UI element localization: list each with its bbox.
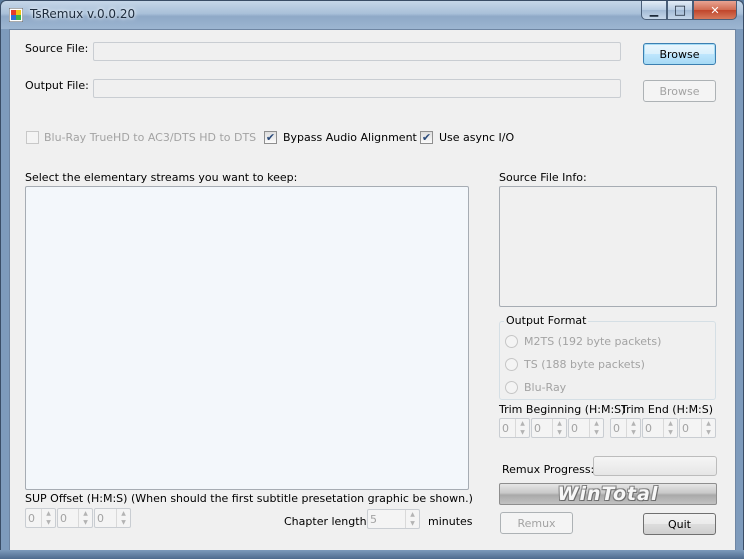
spin-up-icon[interactable]: ▲ bbox=[42, 509, 55, 518]
source-file-label: Source File: bbox=[25, 42, 89, 55]
sup-offset-minutes[interactable]: 0 ▲ ▼ bbox=[57, 508, 93, 528]
wintotal-banner: WinTotal bbox=[499, 483, 717, 505]
maximize-icon: □ bbox=[673, 2, 687, 18]
bypass-audio-label: Bypass Audio Alignment bbox=[283, 131, 417, 144]
spin-up-icon[interactable]: ▲ bbox=[590, 419, 603, 428]
spin-down-icon[interactable]: ▼ bbox=[664, 428, 677, 437]
spin-up-icon[interactable]: ▲ bbox=[117, 509, 130, 518]
bluray-truehd-checkbox[interactable] bbox=[26, 131, 39, 144]
source-browse-button[interactable]: Browse bbox=[643, 43, 716, 65]
close-icon: ✕ bbox=[710, 3, 720, 17]
spin-down-icon[interactable]: ▼ bbox=[79, 518, 92, 527]
bypass-audio-checkbox[interactable]: ✔ bbox=[264, 131, 277, 144]
check-icon: ✔ bbox=[265, 131, 276, 144]
async-io-label: Use async I/O bbox=[439, 131, 515, 144]
close-button[interactable]: ✕ bbox=[693, 1, 737, 20]
spin-down-icon[interactable]: ▼ bbox=[553, 428, 566, 437]
output-format-title: Output Format bbox=[504, 314, 589, 327]
streams-list[interactable] bbox=[25, 186, 469, 490]
tsremux-app-icon bbox=[9, 8, 23, 22]
chapter-length-spinner[interactable]: 5 ▲ ▼ bbox=[367, 509, 420, 529]
spin-up-icon[interactable]: ▲ bbox=[406, 510, 419, 519]
caption-buttons: ▁ □ ✕ bbox=[641, 1, 737, 20]
chapter-length-label: Chapter length: bbox=[284, 515, 371, 528]
output-file-input[interactable] bbox=[93, 79, 621, 98]
trim-end-hours[interactable]: 0 ▲ ▼ bbox=[610, 418, 641, 438]
quit-button[interactable]: Quit bbox=[643, 513, 716, 535]
radio-bluray[interactable] bbox=[505, 381, 518, 394]
sup-offset-hours[interactable]: 0 ▲ ▼ bbox=[25, 508, 56, 528]
spin-down-icon[interactable]: ▼ bbox=[117, 518, 130, 527]
main-panel: Source File: Browse Output File: Browse … bbox=[9, 29, 736, 551]
streams-label: Select the elementary streams you want t… bbox=[25, 171, 298, 184]
trim-begin-seconds[interactable]: 0 ▲ ▼ bbox=[568, 418, 604, 438]
trim-end-seconds[interactable]: 0 ▲ ▼ bbox=[679, 418, 716, 438]
minimize-icon: ▁ bbox=[649, 3, 659, 17]
spin-down-icon[interactable]: ▼ bbox=[516, 428, 529, 437]
app-window: TsRemux v.0.0.20 ▁ □ ✕ Source File: Brow… bbox=[0, 0, 744, 559]
remux-progress-label: Remux Progress: bbox=[502, 463, 595, 476]
radio-m2ts[interactable] bbox=[505, 335, 518, 348]
spin-up-icon[interactable]: ▲ bbox=[627, 419, 640, 428]
remux-button[interactable]: Remux bbox=[500, 512, 573, 534]
spin-up-icon[interactable]: ▲ bbox=[553, 419, 566, 428]
trim-begin-hours[interactable]: 0 ▲ ▼ bbox=[499, 418, 530, 438]
trim-begin-label: Trim Beginning (H:M:S) bbox=[499, 403, 626, 416]
source-info-label: Source File Info: bbox=[499, 171, 587, 184]
maximize-button[interactable]: □ bbox=[667, 1, 693, 20]
spin-up-icon[interactable]: ▲ bbox=[664, 419, 677, 428]
wintotal-logo: WinTotal bbox=[557, 483, 659, 505]
spin-down-icon[interactable]: ▼ bbox=[590, 428, 603, 437]
radio-ts-label: TS (188 byte packets) bbox=[524, 358, 645, 371]
window-title: TsRemux v.0.0.20 bbox=[30, 7, 136, 21]
chapter-length-unit: minutes bbox=[428, 515, 473, 528]
trim-begin-minutes[interactable]: 0 ▲ ▼ bbox=[531, 418, 567, 438]
radio-ts[interactable] bbox=[505, 358, 518, 371]
trim-end-label: Trim End (H:M:S) bbox=[621, 403, 714, 416]
spin-up-icon[interactable]: ▲ bbox=[516, 419, 529, 428]
source-file-input[interactable] bbox=[93, 42, 621, 61]
trim-end-minutes[interactable]: 0 ▲ ▼ bbox=[642, 418, 678, 438]
minimize-button[interactable]: ▁ bbox=[641, 1, 667, 20]
output-browse-button[interactable]: Browse bbox=[643, 80, 716, 102]
radio-bluray-label: Blu-Ray bbox=[524, 381, 567, 394]
async-io-checkbox[interactable]: ✔ bbox=[420, 131, 433, 144]
spin-down-icon[interactable]: ▼ bbox=[42, 518, 55, 527]
sup-offset-seconds[interactable]: 0 ▲ ▼ bbox=[94, 508, 131, 528]
sup-offset-label: SUP Offset (H:M:S) (When should the firs… bbox=[25, 492, 473, 505]
spin-up-icon[interactable]: ▲ bbox=[702, 419, 715, 428]
remux-progress-bar bbox=[593, 456, 717, 476]
window-bottom-border bbox=[0, 550, 744, 559]
check-icon: ✔ bbox=[421, 131, 432, 144]
radio-m2ts-label: M2TS (192 byte packets) bbox=[524, 335, 662, 348]
source-info-box[interactable] bbox=[499, 186, 717, 307]
bluray-truehd-label: Blu-Ray TrueHD to AC3/DTS HD to DTS bbox=[44, 131, 257, 144]
spin-down-icon[interactable]: ▼ bbox=[406, 519, 419, 528]
title-bar[interactable]: TsRemux v.0.0.20 ▁ □ ✕ bbox=[1, 1, 743, 29]
output-file-label: Output File: bbox=[25, 79, 89, 92]
spin-up-icon[interactable]: ▲ bbox=[79, 509, 92, 518]
spin-down-icon[interactable]: ▼ bbox=[702, 428, 715, 437]
spin-down-icon[interactable]: ▼ bbox=[627, 428, 640, 437]
